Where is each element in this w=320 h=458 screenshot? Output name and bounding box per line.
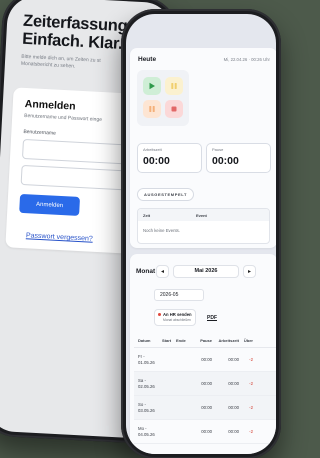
row-pause: 00:00 (201, 381, 212, 386)
events-table: Zeit Event Noch keine Events. (137, 208, 270, 244)
pause-button[interactable] (165, 77, 183, 95)
row-date: So - 03.05.26 (138, 401, 155, 413)
row-pause: 00:00 (201, 357, 212, 362)
row-pause: 00:00 (201, 429, 212, 434)
month-table: Datum Start Ende Pause Arbeitszeit Über … (134, 334, 276, 444)
month-panel: Monat ◂ Mai 2026 ▸ 2026-05 An HR senden … (130, 254, 276, 454)
break-button[interactable] (143, 100, 161, 118)
chevron-right-icon: ▸ (247, 269, 251, 275)
app-screen: Heute Mi, 22.04.26 · 00:26 Uhr Arbeitsze… (126, 14, 276, 454)
pause-icon (171, 83, 177, 89)
today-title: Heute (138, 56, 157, 63)
play-icon (149, 82, 155, 90)
col-start: Start (162, 338, 172, 343)
month-title: Monat (136, 268, 156, 275)
table-row[interactable]: Sa - 02.05.26 00:00 00:00 -2 (134, 372, 276, 396)
month-label: Mai 2026 (173, 265, 239, 278)
col-work: Arbeitszeit (218, 338, 239, 343)
today-header: Heute Mi, 22.04.26 · 00:26 Uhr (130, 48, 276, 63)
row-work: 00:00 (228, 381, 239, 386)
status-dot-icon (158, 313, 161, 316)
pause-time-card: Pause 00:00 (206, 143, 271, 173)
pause-time-label: Pause (212, 147, 224, 152)
today-date: Mi, 22.04.26 · 00:26 Uhr (223, 57, 270, 62)
row-work: 00:00 (228, 405, 239, 410)
events-col-time: Zeit (143, 212, 151, 218)
row-work: 00:00 (228, 357, 239, 362)
col-date: Datum (138, 337, 151, 343)
events-header: Zeit Event (138, 209, 269, 221)
row-pause: 00:00 (201, 405, 212, 410)
send-to-hr-row: An HR senden (158, 312, 192, 317)
app-phone: Heute Mi, 22.04.26 · 00:26 Uhr Arbeitsze… (121, 9, 281, 458)
prev-month-button[interactable]: ◂ (156, 265, 169, 278)
month-header: Monat ◂ Mai 2026 ▸ (130, 254, 276, 278)
col-pause: Pause (200, 338, 212, 343)
status-badge: AUSGESTEMPELT (137, 188, 195, 201)
col-end: Ende (176, 338, 186, 343)
events-col-event: Event (196, 212, 207, 218)
send-to-hr-button[interactable]: An HR senden Monat abschließen (154, 309, 196, 326)
hero-subtitle: Bitte melde dich an, um Zeiten zu st Mon… (20, 53, 101, 70)
work-time-label: Arbeitszeit (143, 147, 162, 152)
col-overtime: Über (243, 338, 253, 343)
pdf-button[interactable]: PDF (202, 311, 222, 324)
chevron-left-icon: ◂ (160, 269, 164, 275)
table-row[interactable]: Fr - 01.05.26 00:00 00:00 -2 (134, 348, 276, 372)
events-empty-state: Noch keine Events. (143, 228, 181, 233)
break-icon (149, 106, 155, 112)
row-overtime: -2 (249, 357, 253, 362)
pause-time-value: 00:00 (212, 155, 239, 167)
work-time-card: Arbeitszeit 00:00 (137, 143, 202, 173)
row-overtime: -2 (249, 381, 253, 386)
stop-icon (171, 106, 177, 112)
close-month-label: Monat abschließen (163, 318, 191, 322)
row-date: Mo - 04.05.26 (138, 425, 155, 437)
clock-in-button[interactable] (143, 77, 161, 95)
today-panel: Heute Mi, 22.04.26 · 00:26 Uhr Arbeitsze… (130, 48, 276, 248)
row-overtime: -2 (249, 429, 253, 434)
month-input[interactable]: 2026-05 (154, 289, 204, 301)
send-to-hr-label: An HR senden (163, 312, 192, 317)
month-table-header: Datum Start Ende Pause Arbeitszeit Über (134, 334, 276, 348)
table-row[interactable]: So - 03.05.26 00:00 00:00 -2 (134, 396, 276, 420)
row-date: Fr - 01.05.26 (138, 353, 155, 365)
row-date: Sa - 02.05.26 (138, 377, 155, 389)
row-work: 00:00 (228, 429, 239, 434)
login-button[interactable]: Anmelden (19, 193, 81, 216)
work-time-value: 00:00 (143, 155, 170, 167)
table-row[interactable]: Mo - 04.05.26 00:00 00:00 -2 (134, 420, 276, 444)
clock-controls (137, 70, 189, 126)
row-overtime: -2 (249, 405, 253, 410)
next-month-button[interactable]: ▸ (243, 265, 256, 278)
clock-out-button[interactable] (165, 100, 183, 118)
